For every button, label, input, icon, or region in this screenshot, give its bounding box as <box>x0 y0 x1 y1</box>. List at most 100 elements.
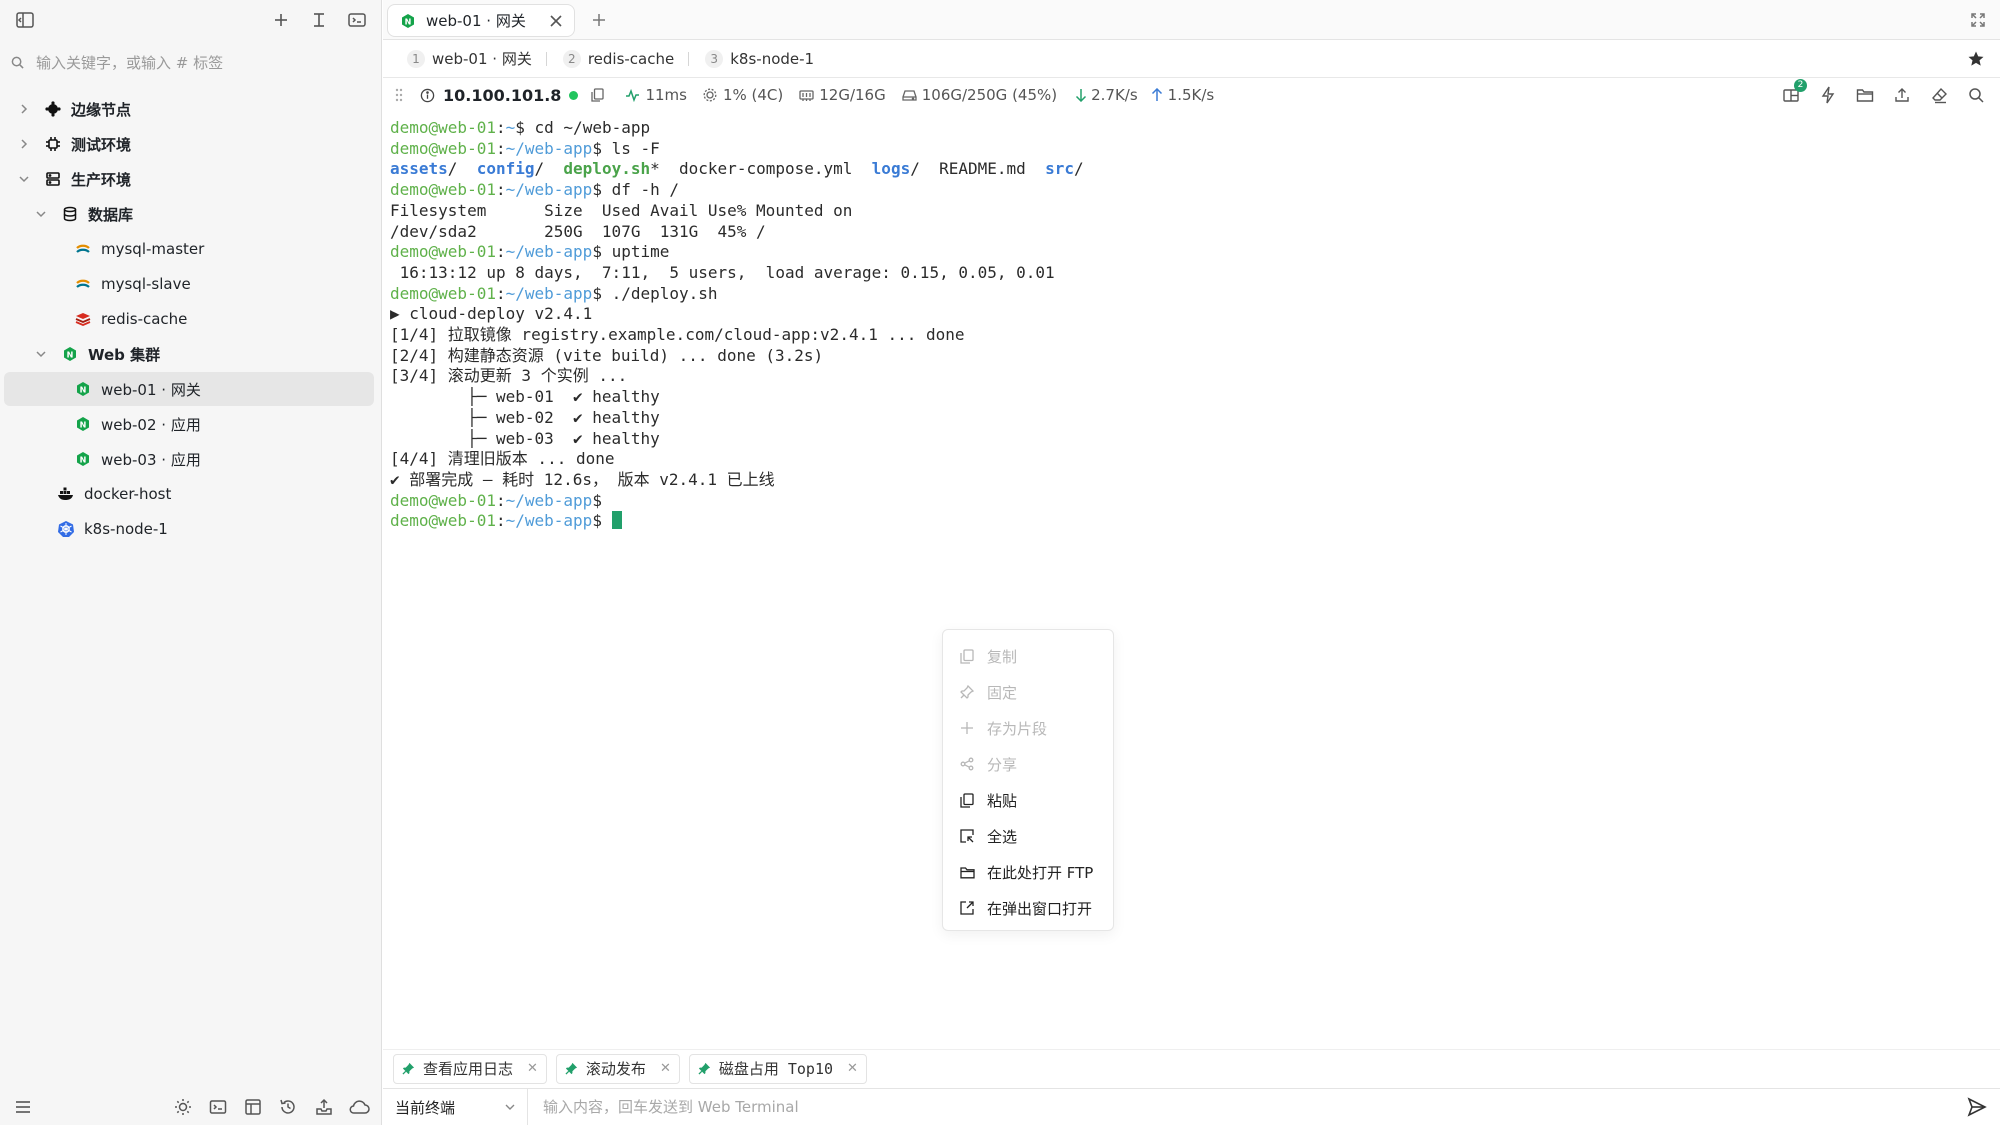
window-tab-2[interactable]: 2 redis-cache <box>562 49 675 68</box>
plus-icon <box>959 720 975 736</box>
menu-item-select-all[interactable]: 全选 <box>943 818 1113 854</box>
tree-label: web-01 · 网关 <box>101 380 201 399</box>
share-icon <box>959 756 975 772</box>
tree-group-database[interactable]: 数据库 <box>4 197 374 231</box>
snippet-chip[interactable]: 查看应用日志 ✕ <box>393 1053 547 1084</box>
folder-icon <box>959 864 975 880</box>
tree-group-prod-env[interactable]: 生产环境 <box>4 162 374 196</box>
close-icon[interactable] <box>548 13 564 29</box>
disk-icon <box>902 88 917 103</box>
tree-group-test-env[interactable]: 测试环境 <box>4 127 374 161</box>
add-host-icon[interactable] <box>270 9 292 31</box>
menu-item-save-snippet: 存为片段 <box>943 710 1113 746</box>
host-search[interactable]: 输入关键字，或输入 # 标签 <box>10 48 370 76</box>
svg-text:N: N <box>80 456 87 465</box>
search-icon[interactable] <box>1966 85 1986 105</box>
nginx-icon: N <box>74 415 92 433</box>
window-tab-label: redis-cache <box>587 49 675 68</box>
command-input[interactable] <box>528 1088 1966 1125</box>
chevron-down-icon[interactable] <box>33 206 49 222</box>
divider <box>545 51 547 66</box>
upload-value: 1.5K/s <box>1167 86 1215 104</box>
tree-label: docker-host <box>84 485 172 503</box>
add-tab-icon[interactable] <box>588 9 610 31</box>
memory-value: 12G/16G <box>819 86 886 104</box>
upload-tray-icon[interactable] <box>313 1096 335 1118</box>
target-terminal-select[interactable]: 当前终端 <box>383 1088 528 1125</box>
layout-icon[interactable] <box>242 1096 264 1118</box>
window-tab-3[interactable]: 3 k8s-node-1 <box>705 49 814 68</box>
tree-host-web-02[interactable]: N web-02 · 应用 <box>4 407 374 441</box>
window-tab-label: web-01 · 网关 <box>432 50 532 68</box>
tab-label: web-01 · 网关 <box>426 12 526 30</box>
history-icon[interactable] <box>277 1096 299 1118</box>
main-area: N web-01 · 网关 1 web-01 · 网关 2 redis-cach… <box>383 0 2000 1125</box>
svg-text:N: N <box>80 386 87 395</box>
menu-item-open-popup[interactable]: 在弹出窗口打开 <box>943 890 1113 926</box>
send-icon[interactable] <box>1966 1096 1988 1118</box>
tree-group-web-cluster[interactable]: N Web 集群 <box>4 337 374 371</box>
sun-icon[interactable] <box>172 1096 194 1118</box>
tree-host-web-03[interactable]: N web-03 · 应用 <box>4 442 374 476</box>
sidebar-toolbar <box>0 0 382 40</box>
copy-icon[interactable] <box>590 88 605 103</box>
memory-icon <box>799 88 814 103</box>
chevron-down-icon[interactable] <box>16 171 32 187</box>
star-icon[interactable] <box>1966 49 1986 69</box>
tab-web-01[interactable]: N web-01 · 网关 <box>387 4 575 37</box>
folder-icon[interactable] <box>1855 85 1875 105</box>
tree-label: redis-cache <box>101 310 188 328</box>
lightning-icon[interactable] <box>1818 85 1838 105</box>
download-value: 2.7K/s <box>1091 86 1138 104</box>
tree-group-edge-nodes[interactable]: 边缘节点 <box>4 92 374 126</box>
select-all-icon <box>959 828 975 844</box>
nginx-icon: N <box>74 380 92 398</box>
window-tab-1[interactable]: 1 web-01 · 网关 <box>407 48 532 69</box>
text-cursor-icon[interactable] <box>308 9 330 31</box>
session-tabbar: N web-01 · 网关 <box>383 0 2000 40</box>
chevron-down-icon[interactable] <box>33 346 49 362</box>
terminal-icon[interactable] <box>346 9 368 31</box>
cpu-value: 1% (4C) <box>722 86 784 104</box>
tree-host-web-01[interactable]: N web-01 · 网关 <box>4 372 374 406</box>
snippet-chip[interactable]: 磁盘占用 Top10 ✕ <box>688 1053 867 1084</box>
nginx-icon: N <box>61 345 79 363</box>
terminal-line: demo@web-01:~/web-app$ df -h / <box>390 180 680 200</box>
pin-icon <box>565 1062 578 1075</box>
monitor-panel-icon[interactable]: 2 <box>1781 79 1807 105</box>
tree-host-redis-cache[interactable]: redis-cache <box>4 302 374 336</box>
info-icon[interactable] <box>419 87 435 103</box>
terminal-output[interactable]: demo@web-01:~$ cd ~/web-app demo@web-01:~… <box>390 118 1990 532</box>
tree-label: 数据库 <box>88 205 134 224</box>
database-icon <box>61 205 79 223</box>
divider <box>688 51 690 66</box>
terminal-context-menu: 复制 固定 存为片段 分享 粘贴 全选 在此处打开 FTP 在弹出窗口打开 <box>942 629 1114 931</box>
tree-host-docker-host[interactable]: docker-host <box>4 477 374 511</box>
chevron-down-icon <box>503 1100 517 1114</box>
cloud-icon[interactable] <box>348 1096 370 1118</box>
chevron-right-icon[interactable] <box>16 136 32 152</box>
svg-text:N: N <box>80 421 87 430</box>
remove-snippet-icon[interactable]: ✕ <box>847 1061 858 1076</box>
tree-host-k8s-node-1[interactable]: k8s-node-1 <box>4 512 374 546</box>
remove-snippet-icon[interactable]: ✕ <box>527 1061 538 1076</box>
clear-icon[interactable] <box>1929 85 1949 105</box>
disk-value: 106G/250G (45%) <box>921 86 1058 104</box>
menu-item-paste[interactable]: 粘贴 <box>943 782 1113 818</box>
sidebar-bottom-toolbar <box>0 1090 382 1125</box>
toggle-sidebar-icon[interactable] <box>14 9 36 31</box>
fullscreen-icon[interactable] <box>1968 10 1988 30</box>
terminal-line: /dev/sda2 250G 107G 131G 45% / <box>390 221 766 241</box>
menu-item-open-ftp[interactable]: 在此处打开 FTP <box>943 854 1113 890</box>
menu-icon[interactable] <box>12 1096 34 1118</box>
upload-icon[interactable] <box>1892 85 1912 105</box>
remove-snippet-icon[interactable]: ✕ <box>660 1061 671 1076</box>
chevron-right-icon[interactable] <box>16 101 32 117</box>
drag-handle-icon[interactable] <box>393 87 405 103</box>
host-ip[interactable]: 10.100.101.8 <box>443 86 561 105</box>
snippet-chip[interactable]: 滚动发布 ✕ <box>555 1053 680 1084</box>
tree-host-mysql-master[interactable]: mysql-master <box>4 232 374 266</box>
tree-host-mysql-slave[interactable]: mysql-slave <box>4 267 374 301</box>
command-input-bar: 当前终端 <box>383 1088 2000 1125</box>
terminal-icon[interactable] <box>207 1096 229 1118</box>
